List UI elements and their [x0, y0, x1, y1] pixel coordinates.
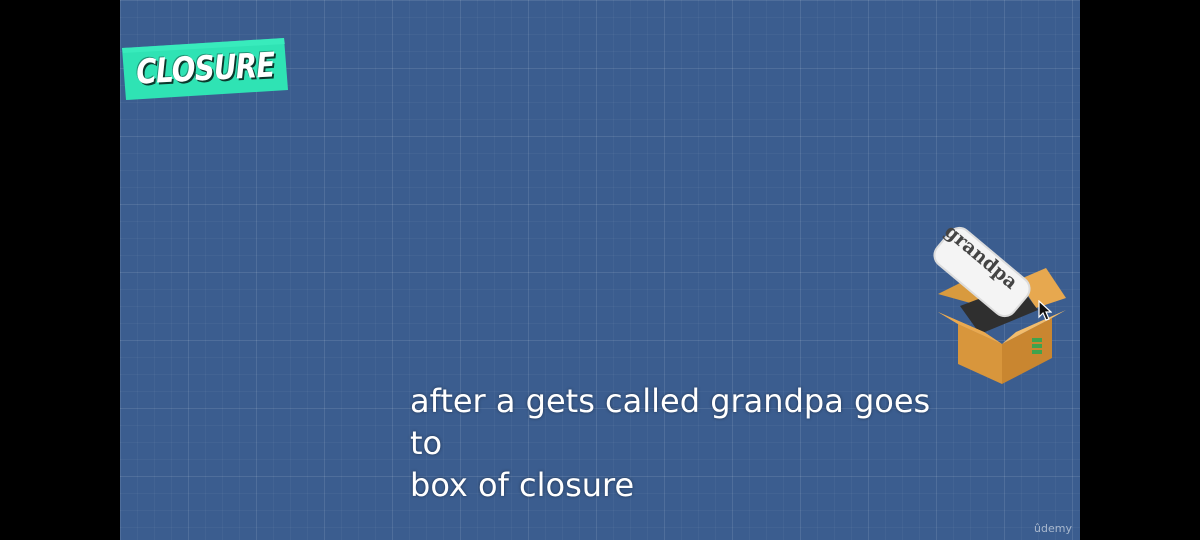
slide-canvas: CLOSURE grandpa after a gets called gran… [120, 0, 1080, 540]
subtitle-caption: after a gets called grandpa goes to box … [410, 382, 931, 504]
slide-title: CLOSURE [134, 45, 276, 93]
closure-title-banner: CLOSURE [122, 38, 288, 100]
udemy-watermark: ûdemy [1034, 522, 1072, 535]
mouse-pointer-icon [1038, 300, 1052, 321]
